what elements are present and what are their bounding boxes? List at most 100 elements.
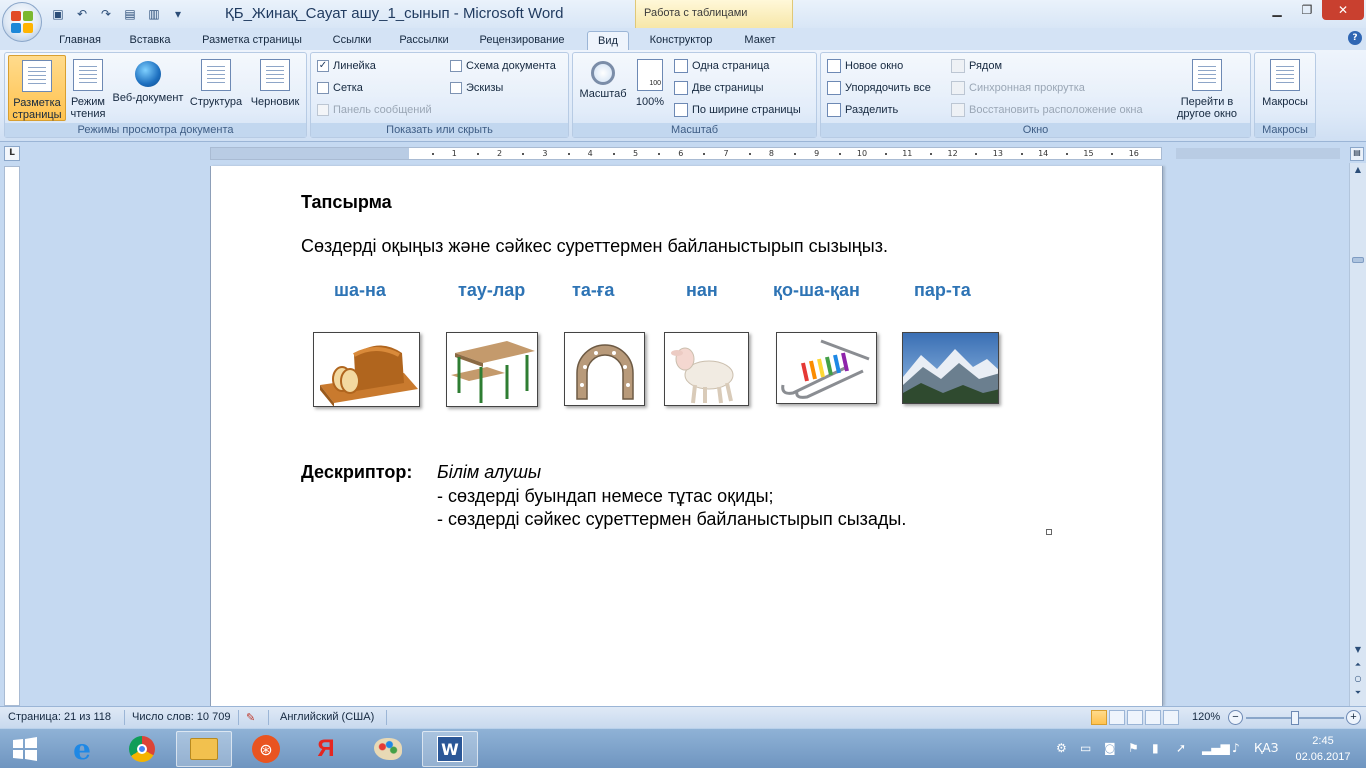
taskbar-word[interactable]: W [422,731,478,767]
browse-object-icon[interactable]: ○ [1351,674,1365,686]
prev-page-icon[interactable]: ⏶ [1351,660,1365,672]
quick-print-icon[interactable]: ▥ [144,5,164,23]
vertical-ruler[interactable] [4,166,20,706]
lamb-image[interactable] [664,332,749,406]
taskbar-explorer[interactable] [176,731,232,767]
tab-references[interactable]: Ссылки [323,31,381,50]
tab-page-layout[interactable]: Разметка страницы [192,31,312,50]
tab-review[interactable]: Рецензирование [467,31,577,50]
tray-monitor-icon[interactable]: ▭ [1080,741,1091,755]
scroll-thumb[interactable] [1352,257,1364,263]
ruler-number: 8 [768,149,774,158]
help-icon[interactable]: ? [1348,31,1362,45]
tab-insert[interactable]: Вставка [118,31,182,50]
ruler-number: 11 [902,149,913,158]
macros-button[interactable]: Макросы [1257,55,1313,121]
bread-image[interactable] [313,332,420,407]
taskbar-chrome[interactable] [114,731,170,767]
tray-arrow-icon[interactable]: ➚ [1176,741,1186,755]
word-count[interactable]: Число слов: 10 709 [132,711,230,723]
zoom-100-button[interactable]: 100 100% [633,55,667,121]
ruler-checkbox[interactable]: ✓ Линейка [317,57,376,75]
arrange-all-button[interactable]: Упорядочить все [827,79,931,97]
office-button[interactable] [2,2,42,42]
office-logo-icon [11,11,33,33]
horizontal-ruler[interactable]: 1 2 3 4 5 6 7 8 9 10 11 12 13 14 15 16 [210,147,1341,160]
close-button[interactable]: ✕ [1322,0,1364,20]
thumbnails-checkbox[interactable]: Эскизы [450,79,503,97]
new-window-button[interactable]: Новое окно [827,57,903,75]
tab-design[interactable]: Конструктор [640,31,722,50]
tab-layout[interactable]: Макет [732,31,788,50]
scroll-down-icon[interactable]: ▼ [1351,645,1365,657]
page-width-icon [674,103,688,117]
clock[interactable]: 2:45 02.06.2017 [1288,733,1358,765]
tray-network-icon[interactable]: ▂▄▆ [1202,741,1230,755]
tray-battery-icon[interactable]: ▮ [1152,741,1159,755]
page-width-button[interactable]: По ширине страницы [674,101,801,119]
zoom-in-icon[interactable]: + [1346,710,1361,725]
draft-button[interactable]: Черновик [245,55,305,121]
tab-selector[interactable]: L [4,146,20,161]
tab-mailings[interactable]: Рассылки [390,31,458,50]
taskbar-ubuntu[interactable]: ⊛ [238,731,294,767]
word-taga: та-ға [572,280,615,300]
language-indicator[interactable]: Английский (США) [280,711,374,723]
print-preview-icon[interactable]: ▤ [120,5,140,23]
taskbar-paint[interactable] [360,731,416,767]
zoom-button[interactable]: Масштаб [576,55,630,121]
tray-flag-icon[interactable]: ⚑ [1128,741,1139,755]
tray-camera-icon[interactable]: ◙ [1104,741,1116,755]
school-desk-image[interactable] [446,332,538,407]
zoom-out-icon[interactable]: − [1228,710,1243,725]
vertical-scrollbar[interactable]: ▲ ▼ ⏶ ○ ⏷ [1349,163,1366,706]
proofing-icon[interactable]: ✎ [246,711,255,724]
tray-settings-icon[interactable]: ⚙ [1056,741,1067,755]
page-indicator[interactable]: Страница: 21 из 118 [8,711,111,723]
minimize-button[interactable]: ▁ [1262,0,1292,20]
zoom-slider-thumb[interactable] [1291,711,1299,725]
print-layout-button[interactable]: Разметка страницы [8,55,66,121]
reading-view-icon[interactable] [1109,710,1125,725]
table-resize-handle[interactable] [1046,529,1052,535]
maximize-button[interactable]: ❐ [1292,0,1322,20]
start-button[interactable] [0,731,50,767]
tab-view[interactable]: Вид [587,31,629,50]
zoom-level[interactable]: 120% [1192,711,1220,723]
redo-icon[interactable]: ↷ [96,5,116,23]
print-layout-view-icon[interactable] [1091,710,1107,725]
mountains-image[interactable] [902,332,999,404]
tray-language[interactable]: ҚАЗ [1254,741,1278,755]
web-view-icon[interactable] [1127,710,1143,725]
switch-windows-button[interactable]: Перейти в другое окно [1167,55,1247,121]
taskbar-yandex[interactable]: Я [298,731,354,767]
reading-mode-button[interactable]: Режим чтения [67,55,109,121]
undo-icon[interactable]: ↶ [72,5,92,23]
outline-button[interactable]: Структура [188,55,244,121]
outline-view-icon[interactable] [1145,710,1161,725]
taskbar-ie[interactable]: e [54,731,110,767]
doc-map-checkbox[interactable]: Схема документа [450,57,556,75]
one-page-button[interactable]: Одна страница [674,57,769,75]
grid-checkbox[interactable]: Сетка [317,79,363,97]
split-button[interactable]: Разделить [827,101,898,119]
checkbox-disabled-icon [317,104,329,116]
next-page-icon[interactable]: ⏷ [1351,688,1365,700]
customize-qat-icon[interactable]: ▾ [168,5,188,23]
tray-volume-icon[interactable]: ♪ [1232,741,1240,755]
web-layout-button[interactable]: Веб-документ [109,55,187,121]
macros-group-label: Макросы [1255,123,1315,137]
tab-home[interactable]: Главная [48,31,112,50]
draft-view-icon[interactable] [1163,710,1179,725]
save-icon[interactable]: ▣ [48,5,68,23]
clock-time: 2:45 [1312,735,1334,747]
two-pages-button[interactable]: Две страницы [674,79,764,97]
ruler-left-margin [211,148,409,159]
scroll-up-icon[interactable]: ▲ [1351,165,1365,177]
ribbon-tabs: Главная Вставка Разметка страницы Ссылки… [0,28,1366,50]
horseshoe-image[interactable] [564,332,645,406]
document-page[interactable]: Тапсырма Сөздерді оқыңыз және сәйкес сур… [210,166,1163,706]
macros-icon [1270,59,1300,91]
view-ruler-button[interactable]: ▤ [1350,147,1364,161]
sled-image[interactable] [776,332,877,404]
